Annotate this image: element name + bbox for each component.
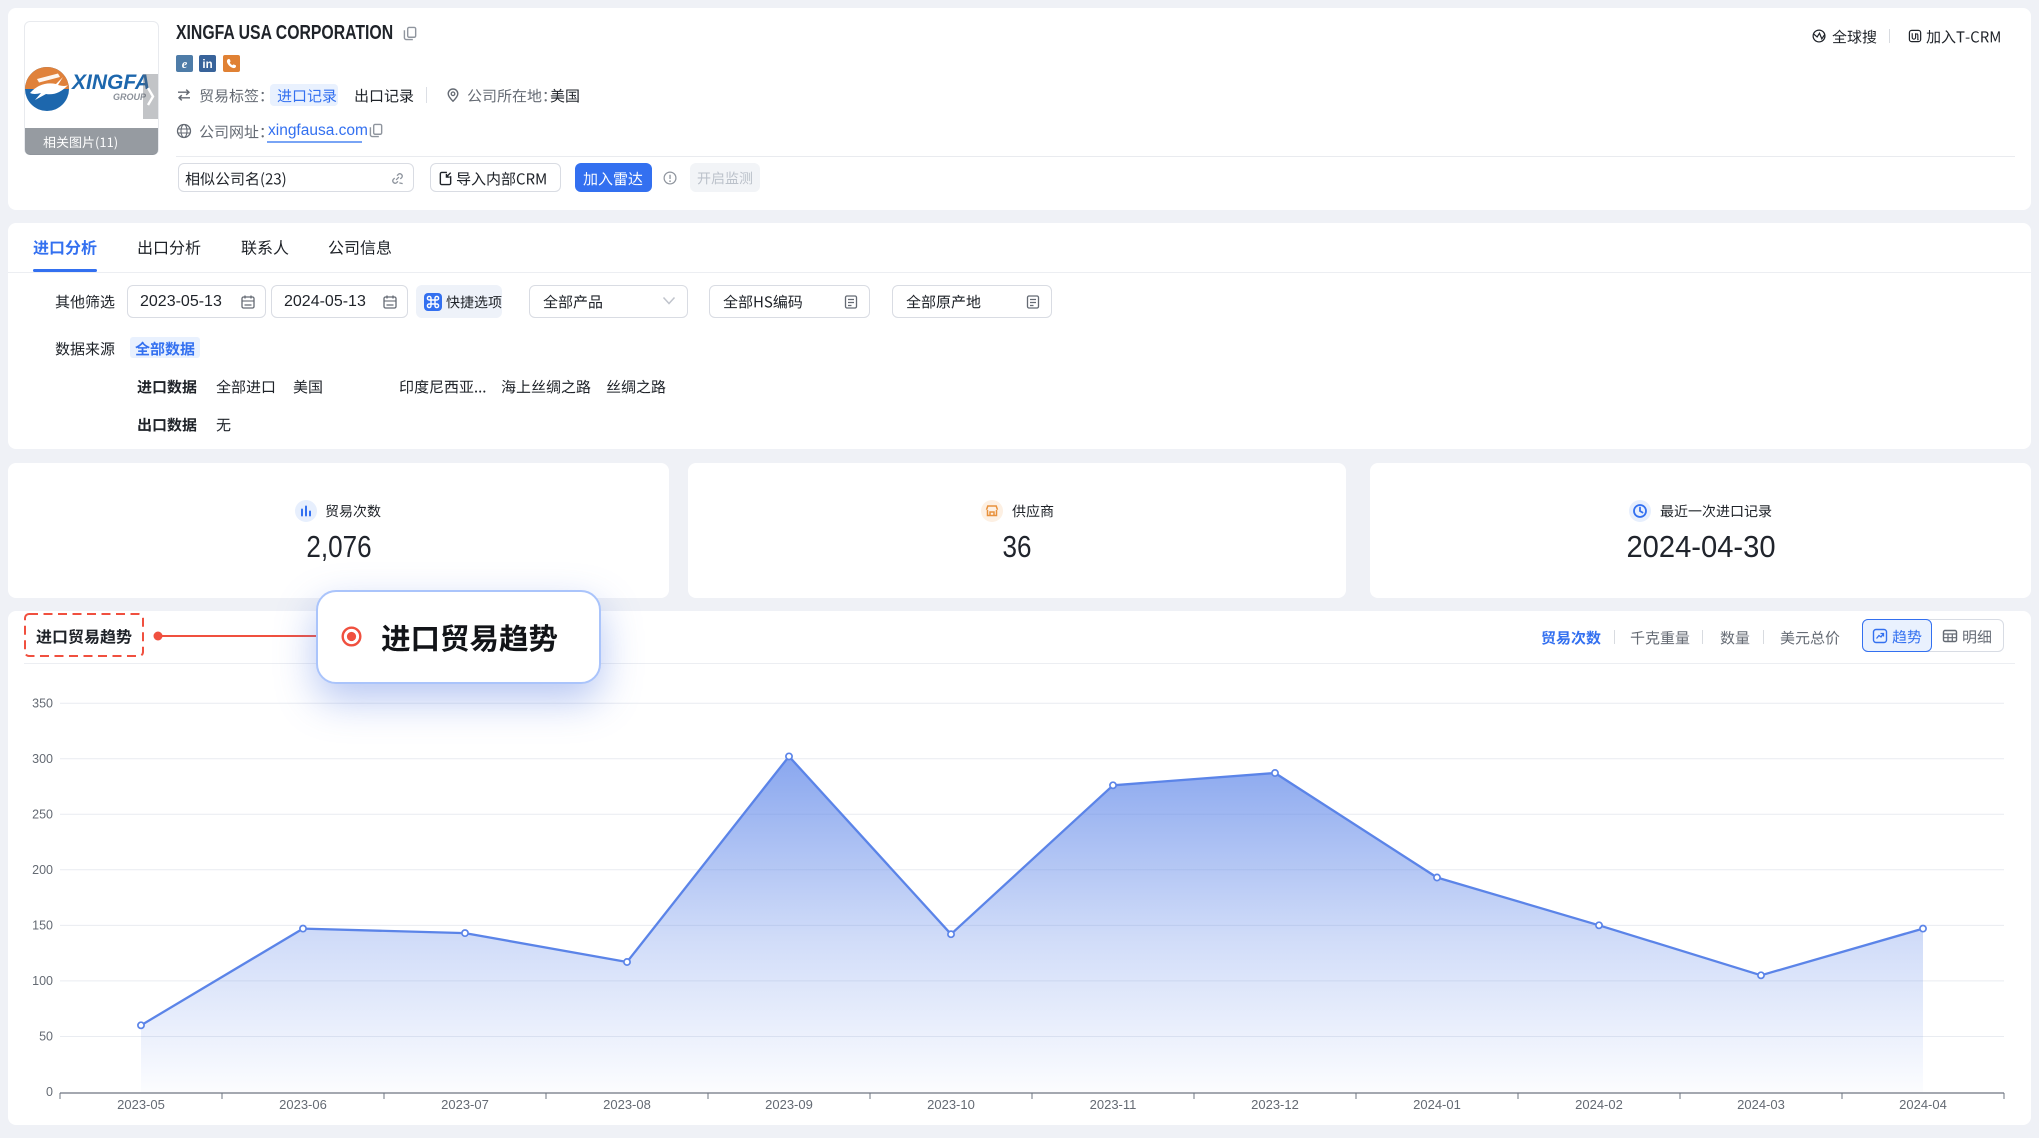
svg-text:150: 150 bbox=[32, 919, 53, 933]
svg-text:2023-07: 2023-07 bbox=[441, 1097, 489, 1112]
svg-text:350: 350 bbox=[32, 696, 53, 710]
svg-text:2023-08: 2023-08 bbox=[603, 1097, 651, 1112]
svg-text:in: in bbox=[203, 59, 213, 71]
svg-text:2023-06: 2023-06 bbox=[279, 1097, 327, 1112]
svg-text:XINGFA: XINGFA bbox=[71, 71, 150, 94]
svg-text:2023-11: 2023-11 bbox=[1090, 1097, 1137, 1112]
svg-text:e: e bbox=[182, 57, 188, 71]
svg-text:2024-03: 2024-03 bbox=[1737, 1097, 1785, 1112]
svg-text:2023-09: 2023-09 bbox=[765, 1097, 813, 1112]
svg-text:2023-05: 2023-05 bbox=[117, 1097, 165, 1112]
svg-text:2024-04: 2024-04 bbox=[1899, 1097, 1947, 1112]
svg-text:250: 250 bbox=[32, 808, 53, 822]
svg-text:100: 100 bbox=[32, 974, 53, 988]
svg-text:2023-10: 2023-10 bbox=[927, 1097, 975, 1112]
svg-text:2023-12: 2023-12 bbox=[1251, 1097, 1299, 1112]
svg-text:0: 0 bbox=[46, 1085, 53, 1099]
svg-text:GROUP: GROUP bbox=[113, 92, 147, 102]
svg-text:200: 200 bbox=[32, 863, 53, 877]
svg-text:50: 50 bbox=[39, 1030, 53, 1044]
svg-text:2024-01: 2024-01 bbox=[1413, 1097, 1461, 1112]
svg-text:2024-02: 2024-02 bbox=[1575, 1097, 1623, 1112]
svg-text:300: 300 bbox=[32, 752, 53, 766]
